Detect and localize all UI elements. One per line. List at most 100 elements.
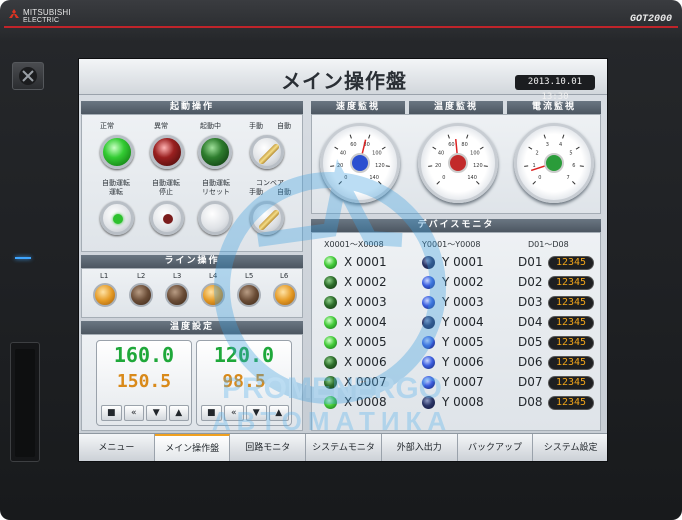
menu-item-menu[interactable]: メニュー	[79, 434, 155, 461]
stop-button[interactable]: ■	[101, 405, 122, 421]
x-column-header: X0001～X0008	[324, 240, 384, 249]
line-lamp-label: L3	[173, 272, 182, 280]
x-input-lamp	[324, 356, 337, 369]
line-l3-button[interactable]	[165, 283, 189, 307]
mode-selector-switch[interactable]	[250, 135, 284, 169]
usb-slot-cover[interactable]	[10, 342, 40, 462]
current-gauge: 01234567	[514, 123, 594, 203]
menu-item-circuit-monitor[interactable]: 回路モニタ	[230, 434, 307, 461]
increment-button[interactable]: ▲	[268, 405, 289, 421]
normal-lamp	[100, 135, 134, 169]
rewind-button[interactable]: «	[123, 405, 144, 421]
line-l6-button[interactable]	[273, 283, 297, 307]
x-input-label: X 0004	[344, 315, 387, 329]
speed-monitor-header: 速度監視	[311, 101, 405, 114]
d-register-label: D08	[518, 395, 543, 409]
increment-button[interactable]: ▲	[168, 405, 189, 421]
line-lamp-label: L1	[100, 272, 109, 280]
gauge-tick-label: 0	[344, 175, 347, 181]
auto-run-button[interactable]	[100, 201, 134, 235]
decrement-button[interactable]: ▼	[246, 405, 267, 421]
d-register-value: 12345	[548, 396, 594, 410]
y-column-header: Y0001～Y0008	[422, 240, 481, 249]
x-input-label: X 0006	[344, 355, 387, 369]
line-ops-header: ライン操作	[81, 255, 303, 268]
menu-item-external-io[interactable]: 外部入出力	[382, 434, 458, 461]
accent-line	[4, 26, 678, 28]
d-register-value: 12345	[548, 296, 594, 310]
x-input-label: X 0005	[344, 335, 387, 349]
temp-settings-header: 温度設定	[81, 321, 303, 334]
gauge-tick	[528, 146, 533, 150]
gauge-tick	[479, 146, 484, 150]
y-output-label: Y 0006	[442, 355, 484, 369]
d-register-value: 12345	[548, 256, 594, 270]
gauge-tick	[349, 134, 352, 139]
gauge-tick	[562, 134, 565, 139]
brand-line2: ELECTRIC	[23, 17, 60, 24]
y-output-label: Y 0001	[442, 255, 484, 269]
auto-reset-button[interactable]	[198, 201, 232, 235]
gauge-hub	[448, 153, 468, 173]
gauge-tick-label: 2	[535, 150, 538, 156]
auto-reset-label-2: リセット	[202, 188, 230, 196]
gauge-tick	[378, 181, 382, 185]
y-output-lamp	[422, 336, 435, 349]
mode-selector-label: 手動 自動	[249, 122, 291, 130]
gauge-tick	[432, 146, 437, 150]
line-l2-button[interactable]	[129, 283, 153, 307]
line-lamp-label: L4	[209, 272, 218, 280]
utility-key-button[interactable]	[12, 62, 44, 90]
gauges-panel: 0 20 40 60 80 100 120 140 0 20 40 60 80 100 120 140 01…	[311, 114, 601, 214]
device-monitor-header: デバイスモニタ	[311, 219, 601, 232]
temp-settings-panel: 160.0 150.5 ■ « ▼ ▲ 120.0 98.5 ■ « ▼ ▲	[81, 334, 303, 431]
temp-setpoint-1[interactable]: 150.5	[97, 371, 191, 392]
x-input-label: X 0007	[344, 375, 387, 389]
power-led	[15, 257, 31, 259]
gauge-tick	[532, 181, 536, 185]
current-monitor-header: 電流監視	[507, 101, 601, 114]
x-input-label: X 0002	[344, 275, 387, 289]
gauge-tick-label: 40	[438, 150, 444, 156]
decrement-button[interactable]: ▼	[146, 405, 167, 421]
gauge-tick-label: 140	[467, 175, 477, 181]
menu-item-system-settings[interactable]: システム設定	[533, 434, 607, 461]
x-input-label: X 0003	[344, 295, 387, 309]
gauge-tick	[381, 146, 386, 150]
gauge-tick-label: 80	[461, 142, 467, 148]
line-lamp-label: L5	[245, 272, 254, 280]
y-output-lamp	[422, 396, 435, 409]
gauge-tick-label: 0	[538, 175, 541, 181]
model-name: GOT2000	[629, 14, 672, 25]
y-output-lamp	[422, 316, 435, 329]
line-l4-button[interactable]	[201, 283, 225, 307]
x-input-label: X 0001	[344, 255, 387, 269]
menu-item-main-panel[interactable]: メイン操作盤	[154, 434, 231, 461]
device-monitor-panel: X0001～X0008 Y0001～Y0008 D01～D08 X 0001 Y …	[311, 232, 601, 431]
title-bar: メイン操作盤 2013.10.01 13:30	[79, 59, 607, 102]
gauge-tick-label: 120	[375, 163, 385, 169]
gauge-tick-label: 7	[567, 175, 570, 181]
rewind-button[interactable]: «	[223, 405, 244, 421]
stop-button[interactable]: ■	[201, 405, 222, 421]
d-register-label: D01	[518, 255, 543, 269]
bottom-menu: メニュー メイン操作盤 回路モニタ システムモニタ 外部入出力 バックアップ シ…	[79, 433, 607, 461]
d-register-value: 12345	[548, 336, 594, 350]
temp-setpoint-2[interactable]: 98.5	[197, 371, 291, 392]
x-input-lamp	[324, 376, 337, 389]
menu-item-backup[interactable]: バックアップ	[458, 434, 534, 461]
menu-item-system-monitor[interactable]: システムモニタ	[306, 434, 382, 461]
speed-gauge: 0 20 40 60 80 100 120 140	[320, 123, 400, 203]
datetime-display: 2013.10.01 13:30	[515, 75, 595, 102]
auto-stop-button[interactable]	[150, 201, 184, 235]
gauge-tick-label: 6	[572, 163, 575, 169]
d-register-value: 12345	[548, 276, 594, 290]
line-l1-button[interactable]	[93, 283, 117, 307]
gauge-tick	[466, 134, 469, 139]
d-register-value: 12345	[548, 356, 594, 370]
d-register-label: D03	[518, 295, 543, 309]
auto-stop-label-2: 停止	[159, 188, 173, 196]
conveyor-selector-switch[interactable]	[250, 201, 284, 235]
line-l5-button[interactable]	[237, 283, 261, 307]
gauge-tick-label: 140	[369, 175, 379, 181]
